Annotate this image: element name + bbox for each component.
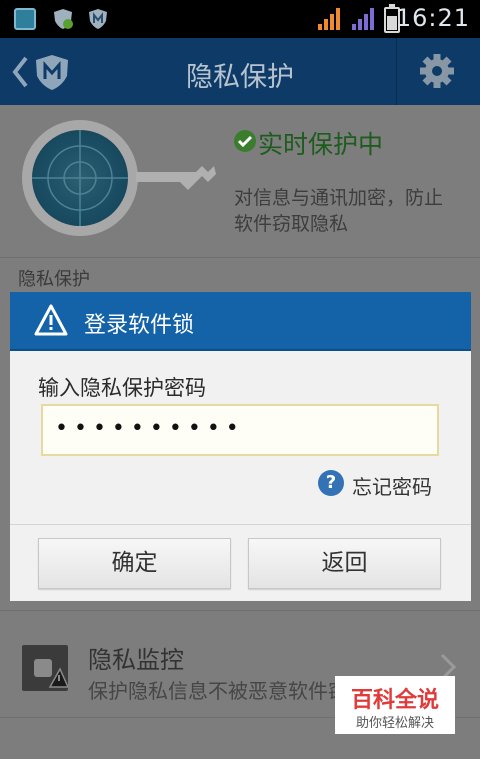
protection-status: 实时保护中 — [258, 130, 384, 159]
divider — [0, 257, 480, 258]
section-label: 隐私保护 — [18, 269, 90, 290]
protection-description: 对信息与通讯加密，防止软件窃取隐私 — [234, 187, 444, 235]
monitor-subtitle: 保护隐私信息不被恶意软件窃取 — [88, 679, 368, 703]
watermark-line2: 助你轻松解决 — [355, 716, 434, 731]
watermark-line1: 百科全说 — [350, 688, 439, 713]
dialog-divider — [10, 524, 471, 525]
dialog-title: 登录软件锁 — [84, 313, 195, 338]
status-bar: 16:21 — [0, 0, 480, 38]
software-lock-dialog: 登录软件锁 输入隐私保护密码 •••••••••• ? 忘记密码 确定 返回 — [10, 292, 471, 601]
password-label: 输入隐私保护密码 — [38, 376, 206, 400]
clock: 16:21 — [395, 4, 470, 32]
back-dialog-button[interactable]: 返回 — [248, 538, 441, 589]
check-icon — [234, 130, 256, 152]
password-value: •••••••••• — [55, 416, 245, 441]
forgot-password-label: 忘记密码 — [352, 475, 432, 499]
title-bar: 隐私保护 — [0, 38, 480, 105]
watermark-logo: 百科全说 助你轻松解决 — [335, 676, 455, 734]
settings-button[interactable] — [396, 38, 480, 105]
dialog-header: 登录软件锁 — [10, 292, 471, 351]
shield-notification-icon — [54, 9, 73, 29]
signal-icon-2 — [352, 8, 374, 30]
confirm-button[interactable]: 确定 — [38, 538, 231, 589]
gear-icon — [420, 54, 454, 88]
warning-icon — [34, 304, 68, 336]
radar-icon — [22, 120, 138, 236]
mcafee-notification-icon — [89, 9, 107, 29]
app-notification-icon — [14, 8, 36, 30]
help-icon: ? — [318, 470, 344, 496]
signal-icon-1 — [318, 8, 340, 30]
key-icon — [136, 166, 216, 190]
password-input[interactable]: •••••••••• — [41, 404, 439, 456]
divider — [0, 610, 480, 611]
android-warning-icon[interactable] — [22, 645, 70, 691]
monitor-title[interactable]: 隐私监控 — [88, 640, 184, 675]
